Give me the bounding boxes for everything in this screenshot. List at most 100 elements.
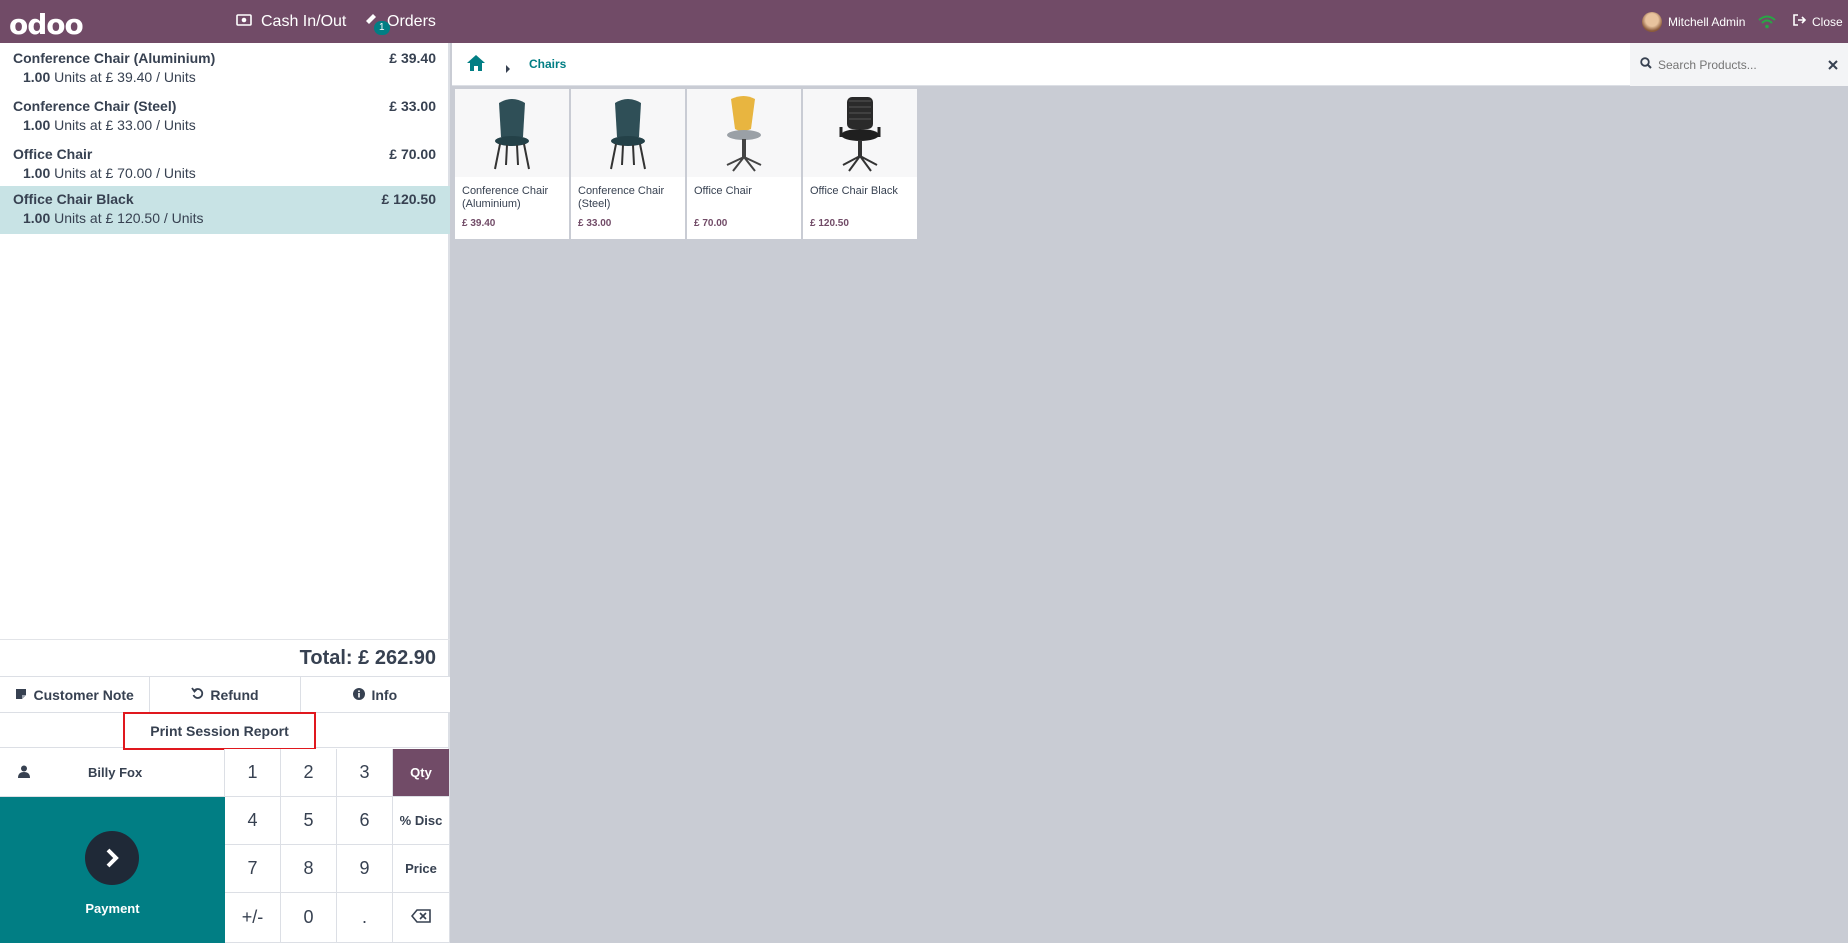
chevron-right-icon xyxy=(85,831,139,885)
product-card[interactable]: Office Chair £ 70.00 xyxy=(687,89,801,239)
product-name: Office Chair Black xyxy=(810,185,898,197)
payment-button[interactable]: Payment xyxy=(0,797,225,943)
top-bar: odoo Cash In/Out 1 Orders Mitchell Admin… xyxy=(0,0,1848,43)
numpad-key-plus-minus[interactable]: +/- xyxy=(225,893,281,943)
refund-button[interactable]: Refund xyxy=(150,677,301,713)
backspace-icon xyxy=(410,909,431,926)
order-line-details: 1.00 Units at £ 70.00 / Units xyxy=(13,165,437,181)
avatar xyxy=(1642,11,1662,32)
numpad-key-0[interactable]: 0 xyxy=(281,893,337,943)
search-input[interactable] xyxy=(1658,49,1818,80)
undo-icon xyxy=(191,687,204,703)
wifi-icon[interactable] xyxy=(1758,0,1776,43)
product-card[interactable]: Conference Chair (Steel) £ 33.00 xyxy=(571,89,685,239)
control-buttons-row: Customer Note Refund Info xyxy=(0,676,450,713)
order-line-name: Conference Chair (Steel) xyxy=(13,98,177,114)
numpad-key-6[interactable]: 6 xyxy=(337,797,393,845)
order-line-name: Office Chair Black xyxy=(13,191,134,207)
discount-mode-button[interactable]: % Disc xyxy=(393,797,450,845)
chevron-right-icon xyxy=(505,60,511,78)
order-line-price: £ 39.40 xyxy=(389,50,436,66)
price-mode-button[interactable]: Price xyxy=(393,845,450,893)
order-line-qty: 1.00 xyxy=(23,210,51,226)
order-line-details: 1.00 Units at £ 39.40 / Units xyxy=(13,69,437,85)
order-line-details: 1.00 Units at £ 33.00 / Units xyxy=(13,117,437,133)
category-bar: Chairs xyxy=(452,43,1848,86)
order-line-price: £ 120.50 xyxy=(381,191,437,207)
orders-label: Orders xyxy=(387,12,436,30)
numpad-key-1[interactable]: 1 xyxy=(225,749,281,797)
qty-mode-button[interactable]: Qty xyxy=(393,749,450,797)
backspace-button[interactable] xyxy=(393,893,450,943)
user-icon xyxy=(18,765,32,781)
order-line[interactable]: Conference Chair (Steel) £ 33.00 1.00 Un… xyxy=(0,93,450,141)
order-line-name: Conference Chair (Aluminium) xyxy=(13,50,216,66)
order-line-unit-info: Units at £ 39.40 / Units xyxy=(54,69,196,85)
order-line-selected[interactable]: Office Chair Black £ 120.50 1.00 Units a… xyxy=(0,186,450,234)
product-price: £ 33.00 xyxy=(578,218,612,229)
order-line[interactable]: Office Chair £ 70.00 1.00 Units at £ 70.… xyxy=(0,141,450,189)
numpad-key-5[interactable]: 5 xyxy=(281,797,337,845)
user-name: Mitchell Admin xyxy=(1668,14,1746,29)
odoo-logo[interactable]: odoo xyxy=(9,8,84,41)
customer-note-label: Customer Note xyxy=(33,687,134,703)
info-button[interactable]: Info xyxy=(300,677,450,713)
order-line-qty: 1.00 xyxy=(23,69,51,85)
order-line-unit-info: Units at £ 70.00 / Units xyxy=(54,165,196,181)
numpad-key-3[interactable]: 3 xyxy=(337,749,393,797)
numpad-key-9[interactable]: 9 xyxy=(337,845,393,893)
order-line-qty: 1.00 xyxy=(23,165,51,181)
order-line-price: £ 70.00 xyxy=(389,146,436,162)
sign-out-icon xyxy=(1793,14,1807,29)
info-label: Info xyxy=(371,687,398,703)
numpad-key-8[interactable]: 8 xyxy=(281,845,337,893)
numpad-key-7[interactable]: 7 xyxy=(225,845,281,893)
product-name: Conference Chair (Aluminium) xyxy=(462,185,549,210)
teal-chair-image xyxy=(455,89,569,177)
orders-button[interactable]: 1 Orders xyxy=(364,0,436,43)
order-total: Total: £ 262.90 xyxy=(0,639,450,677)
cash-in-out-label: Cash In/Out xyxy=(261,12,347,30)
print-session-report-button[interactable]: Print Session Report xyxy=(123,712,316,750)
orders-count-badge: 1 xyxy=(374,21,390,35)
product-price: £ 70.00 xyxy=(694,218,728,229)
customer-name: Billy Fox xyxy=(88,765,143,780)
teal-chair-image xyxy=(571,89,685,177)
breadcrumb[interactable]: Chairs xyxy=(529,57,566,71)
user-menu[interactable]: Mitchell Admin xyxy=(1642,0,1745,43)
info-circle-icon xyxy=(353,687,366,703)
customer-note-button[interactable]: Customer Note xyxy=(0,677,151,713)
note-icon xyxy=(15,687,27,703)
money-icon xyxy=(236,13,252,31)
product-name: Office Chair xyxy=(694,185,752,197)
product-screen: Chairs Conference Chair (Aluminium) £ 39… xyxy=(452,43,1848,943)
order-line-name: Office Chair xyxy=(13,146,93,162)
product-name: Conference Chair (Steel) xyxy=(578,185,665,210)
print-row: Print Session Report xyxy=(0,712,450,750)
black-office-chair-image xyxy=(803,89,917,177)
product-card[interactable]: Conference Chair (Aluminium) £ 39.40 xyxy=(455,89,569,239)
refund-label: Refund xyxy=(210,687,259,703)
product-card[interactable]: Office Chair Black £ 120.50 xyxy=(803,89,917,239)
order-line-unit-info: Units at £ 33.00 / Units xyxy=(54,117,196,133)
close-button[interactable]: Close xyxy=(1793,0,1843,43)
product-price: £ 39.40 xyxy=(462,218,496,229)
order-line-unit-info: Units at £ 120.50 / Units xyxy=(54,210,204,226)
product-price: £ 120.50 xyxy=(810,218,849,229)
search-box xyxy=(1630,43,1848,86)
close-label: Close xyxy=(1812,14,1843,29)
order-line[interactable]: Conference Chair (Aluminium) £ 39.40 1.0… xyxy=(0,45,450,93)
numpad-key-4[interactable]: 4 xyxy=(225,797,281,845)
cash-in-out-button[interactable]: Cash In/Out xyxy=(236,0,346,43)
yellow-office-chair-image xyxy=(687,89,801,177)
ticket-icon: 1 xyxy=(364,12,390,35)
home-icon[interactable] xyxy=(466,54,486,77)
customer-button[interactable]: Billy Fox xyxy=(0,749,225,797)
clear-search-icon[interactable] xyxy=(1828,57,1838,75)
order-line-qty: 1.00 xyxy=(23,117,51,133)
order-line-price: £ 33.00 xyxy=(389,98,436,114)
search-icon xyxy=(1640,56,1652,74)
numpad-key-decimal[interactable]: . xyxy=(337,893,393,943)
payment-label: Payment xyxy=(85,901,140,916)
numpad-key-2[interactable]: 2 xyxy=(281,749,337,797)
